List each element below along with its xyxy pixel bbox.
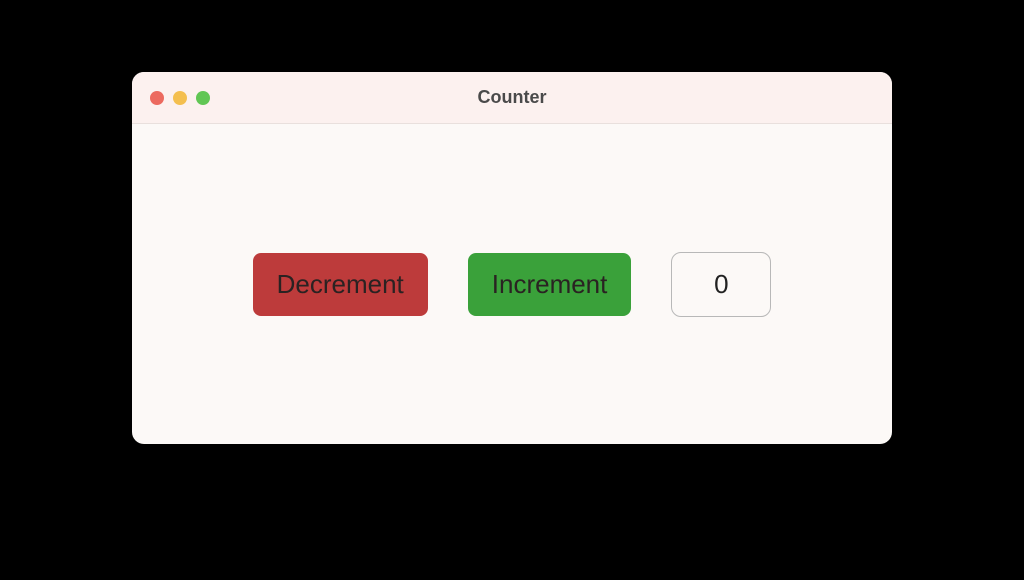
content-area: Decrement Increment 0 (132, 124, 892, 444)
counter-value: 0 (671, 252, 771, 317)
close-icon[interactable] (150, 91, 164, 105)
titlebar: Counter (132, 72, 892, 124)
maximize-icon[interactable] (196, 91, 210, 105)
window-title: Counter (132, 87, 892, 108)
traffic-lights (150, 91, 210, 105)
app-window: Counter Decrement Increment 0 (132, 72, 892, 444)
minimize-icon[interactable] (173, 91, 187, 105)
increment-button[interactable]: Increment (468, 253, 632, 316)
decrement-button[interactable]: Decrement (253, 253, 428, 316)
